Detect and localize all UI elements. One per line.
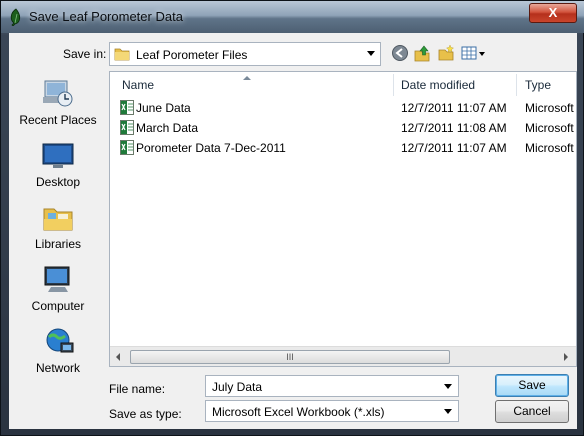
places-bar: Recent Places Desktop Libraries Computer… — [11, 71, 105, 381]
place-label: Libraries — [34, 237, 82, 251]
file-date: 12/7/2011 11:08 AM — [401, 121, 507, 135]
file-type: Microsoft — [525, 101, 574, 115]
up-folder-icon[interactable] — [413, 44, 431, 62]
column-divider[interactable] — [516, 74, 517, 96]
network-icon — [46, 328, 74, 353]
save-dialog-window: Save Leaf Porometer Data X Save in: Leaf… — [0, 0, 584, 436]
file-name: June Data — [136, 101, 191, 115]
file-name: March Data — [136, 121, 199, 135]
title-bar[interactable]: Save Leaf Porometer Data X — [1, 1, 584, 33]
excel-file-icon — [120, 120, 134, 135]
save-as-type-label: Save as type: — [109, 407, 182, 421]
file-type: Microsoft — [525, 141, 574, 155]
back-icon[interactable] — [391, 44, 409, 62]
place-label: Network — [35, 361, 80, 375]
chevron-down-icon[interactable] — [444, 409, 452, 414]
file-date: 12/7/2011 11:07 AM — [401, 141, 507, 155]
save-in-dropdown[interactable]: Leaf Porometer Files — [109, 42, 381, 66]
place-computer[interactable]: Computer — [11, 265, 105, 313]
dialog-body: Save in: Leaf Porometer Files Recent Pla… — [9, 33, 577, 429]
leaf-icon — [10, 8, 21, 26]
place-recent-places[interactable]: Recent Places — [11, 79, 105, 127]
column-header-name[interactable]: Name — [122, 72, 392, 98]
file-list[interactable]: Name Date modified Type June Data 12/7/2… — [109, 71, 577, 367]
save-in-value: Leaf Porometer Files — [136, 48, 248, 62]
column-divider[interactable] — [393, 74, 394, 96]
scroll-left-icon[interactable] — [116, 353, 120, 361]
file-name-value: July Data — [212, 380, 263, 394]
computer-icon — [44, 266, 70, 292]
file-name-label: File name: — [109, 382, 166, 396]
window-title: Save Leaf Porometer Data — [29, 9, 183, 24]
libraries-icon — [43, 208, 73, 231]
save-in-label: Save in: — [63, 47, 107, 61]
place-desktop[interactable]: Desktop — [11, 141, 105, 189]
chevron-down-icon[interactable] — [367, 51, 375, 56]
file-row[interactable]: Porometer Data 7-Dec-2011 12/7/2011 11:0… — [110, 138, 576, 158]
chevron-down-icon[interactable] — [444, 384, 452, 389]
save-as-type-dropdown[interactable]: Microsoft Excel Workbook (*.xls) — [205, 400, 459, 422]
file-date: 12/7/2011 11:07 AM — [401, 101, 507, 115]
file-type: Microsoft — [525, 121, 574, 135]
place-libraries[interactable]: Libraries — [11, 203, 105, 251]
scroll-thumb[interactable]: III — [130, 350, 450, 364]
desktop-icon — [42, 143, 74, 168]
file-name: Porometer Data 7-Dec-2011 — [136, 141, 286, 155]
excel-file-icon — [120, 140, 134, 155]
place-label: Recent Places — [19, 113, 97, 127]
column-header-date-modified[interactable]: Date modified — [401, 72, 516, 98]
place-label: Desktop — [35, 175, 81, 189]
horizontal-scrollbar[interactable]: III — [110, 346, 576, 366]
place-network[interactable]: Network — [11, 327, 105, 375]
excel-file-icon — [120, 100, 134, 115]
save-as-type-value: Microsoft Excel Workbook (*.xls) — [212, 405, 385, 419]
recent-places-icon — [43, 80, 73, 107]
file-name-combobox[interactable]: July Data — [205, 375, 459, 397]
file-row[interactable]: March Data 12/7/2011 11:08 AM Microsoft — [110, 118, 576, 138]
save-button[interactable]: Save — [495, 374, 569, 397]
place-label: Computer — [31, 299, 85, 313]
new-folder-icon[interactable] — [437, 44, 455, 62]
view-menu-icon[interactable] — [461, 44, 487, 62]
folder-icon — [114, 48, 130, 61]
cancel-button[interactable]: Cancel — [495, 400, 569, 423]
scroll-right-icon[interactable] — [564, 353, 568, 361]
file-row[interactable]: June Data 12/7/2011 11:07 AM Microsoft — [110, 98, 576, 118]
close-button[interactable]: X — [529, 3, 577, 23]
column-header-type[interactable]: Type — [525, 72, 575, 98]
